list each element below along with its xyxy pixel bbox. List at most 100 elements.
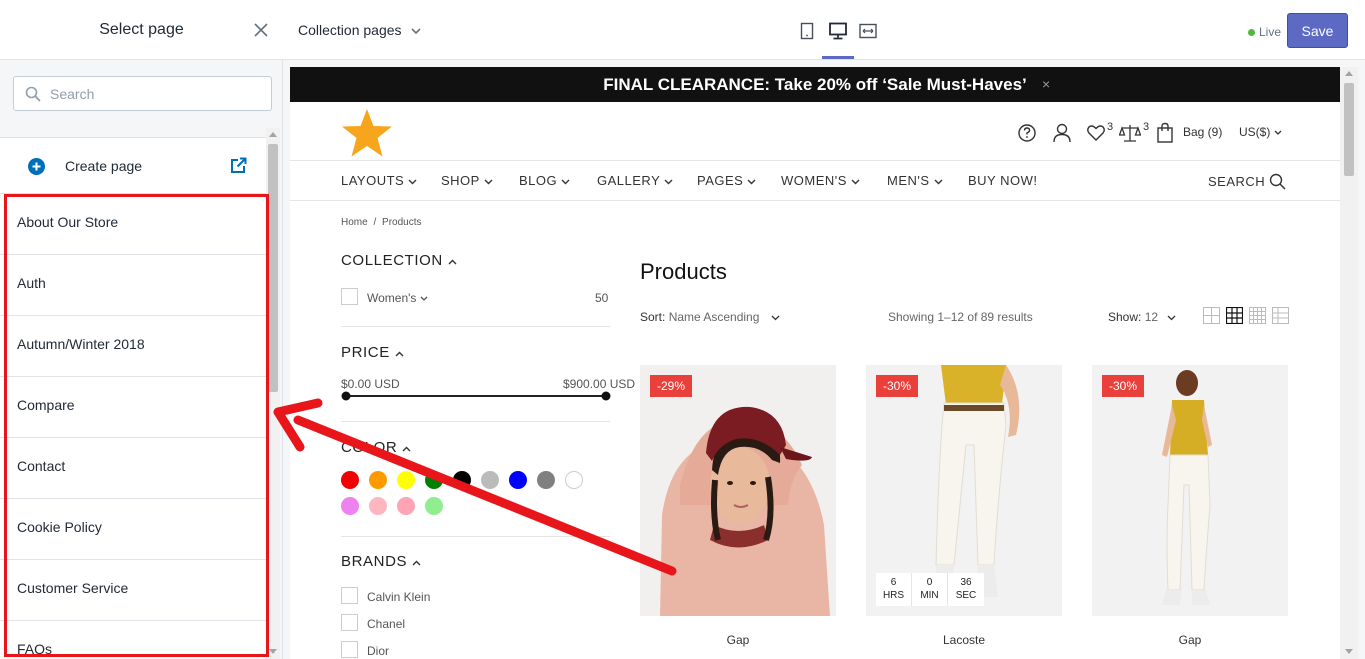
page-list: Create page About Our Store Auth Autumn/…: [0, 137, 266, 659]
price-max-handle: [601, 391, 611, 401]
filter-collection-heading[interactable]: COLLECTION: [341, 252, 457, 269]
nav-item-gallery[interactable]: GALLERY: [597, 173, 673, 188]
page-item-auth[interactable]: Auth: [0, 255, 266, 316]
page-search-field[interactable]: [13, 76, 272, 111]
nav-item-buy-now[interactable]: BUY NOW!: [968, 173, 1038, 188]
collection-item-womens[interactable]: Women's: [367, 291, 428, 305]
product-name[interactable]: Gap: [1092, 633, 1288, 647]
scroll-up-icon[interactable]: [1345, 71, 1353, 76]
scroll-down-icon[interactable]: [1345, 649, 1353, 654]
store-logo-star[interactable]: [341, 108, 393, 158]
create-page-button[interactable]: Create page: [0, 138, 266, 194]
color-swatch[interactable]: [481, 471, 499, 489]
brand-checkbox[interactable]: [341, 641, 358, 658]
external-link-icon[interactable]: [230, 157, 247, 174]
color-swatch[interactable]: [397, 471, 415, 489]
announcement-close-icon[interactable]: ×: [1042, 67, 1050, 102]
color-swatch[interactable]: [453, 471, 471, 489]
color-swatch[interactable]: [509, 471, 527, 489]
color-swatch[interactable]: [565, 471, 583, 489]
filter-color-heading[interactable]: COLOR: [341, 439, 411, 456]
bag-label[interactable]: Bag (9): [1183, 125, 1222, 139]
nav-search[interactable]: SEARCH: [1208, 173, 1286, 190]
color-swatch[interactable]: [397, 497, 415, 515]
brand-checkbox[interactable]: [341, 587, 358, 604]
nav-item-pages[interactable]: PAGES: [697, 173, 756, 188]
sidebar-header: Select page: [0, 0, 283, 60]
help-icon[interactable]: [1017, 122, 1037, 144]
filter-price-heading[interactable]: PRICE: [341, 344, 404, 361]
save-button[interactable]: Save: [1287, 13, 1348, 48]
page-item-customer-service[interactable]: Customer Service: [0, 560, 266, 621]
scrollbar-thumb[interactable]: [268, 144, 278, 392]
price-range-slider[interactable]: [341, 390, 613, 402]
currency-selector[interactable]: US($): [1239, 125, 1282, 139]
page-item-about-our-store[interactable]: About Our Store: [0, 194, 266, 255]
desktop-view-icon[interactable]: [827, 20, 849, 42]
mobile-view-icon[interactable]: [796, 20, 818, 42]
product-name[interactable]: Lacoste: [866, 633, 1062, 647]
color-swatch[interactable]: [369, 471, 387, 489]
page-item-contact[interactable]: Contact: [0, 438, 266, 499]
compare-scale-icon[interactable]: [1119, 122, 1141, 144]
color-swatch[interactable]: [425, 497, 443, 515]
preview-scrollbar[interactable]: [1340, 67, 1358, 659]
brand-item[interactable]: Chanel: [367, 617, 405, 631]
sort-value: Name Ascending: [668, 310, 760, 324]
live-dot-icon: [1248, 29, 1255, 36]
full-width-view-icon[interactable]: [857, 20, 879, 42]
sidebar-scrollbar[interactable]: [266, 128, 280, 659]
nav-item-shop[interactable]: SHOP: [441, 173, 493, 188]
collection-checkbox[interactable]: [341, 288, 358, 305]
sort-dropdown[interactable]: Sort: Name Ascending: [640, 310, 780, 324]
color-swatch[interactable]: [537, 471, 555, 489]
brand-item[interactable]: Dior: [367, 644, 389, 658]
product-card-image[interactable]: -30%: [1092, 365, 1288, 616]
store-preview: FINAL CLEARANCE: Take 20% off ‘Sale Must…: [283, 60, 1365, 659]
page-select-sidebar: Select page Create page About Our Store …: [0, 0, 283, 659]
sort-label: Sort:: [640, 310, 666, 324]
page-item-autumn-winter-2018[interactable]: Autumn/Winter 2018: [0, 316, 266, 377]
brand-checkbox[interactable]: [341, 614, 358, 631]
grid-4-columns-icon[interactable]: [1249, 307, 1266, 324]
scroll-up-icon[interactable]: [269, 132, 277, 137]
scroll-down-icon[interactable]: [269, 649, 277, 654]
product-card-image[interactable]: -29%: [640, 365, 836, 616]
bag-icon[interactable]: [1156, 122, 1174, 144]
color-swatch[interactable]: [341, 471, 359, 489]
page-item-faqs[interactable]: FAQs: [0, 621, 266, 659]
wishlist-heart-icon[interactable]: [1086, 122, 1106, 144]
page-type-selector[interactable]: Collection pages: [298, 22, 421, 38]
nav-item-blog[interactable]: BLOG: [519, 173, 570, 188]
product-card-image[interactable]: -30% 6 HRS 0 MIN 36 SEC: [866, 365, 1062, 616]
nav-item-mens[interactable]: MEN'S: [887, 173, 943, 188]
nav-item-womens[interactable]: WOMEN'S: [781, 173, 860, 188]
list-view-icon[interactable]: [1272, 307, 1289, 324]
product-name[interactable]: Gap: [640, 633, 836, 647]
active-view-indicator: [822, 56, 854, 59]
close-icon[interactable]: [251, 20, 271, 40]
search-input[interactable]: [50, 83, 260, 105]
chevron-down-icon: [561, 179, 570, 185]
color-swatch[interactable]: [369, 497, 387, 515]
color-swatch[interactable]: [341, 497, 359, 515]
currency-label: US($): [1239, 125, 1271, 139]
grid-2-columns-icon[interactable]: [1203, 307, 1220, 324]
color-swatch[interactable]: [425, 471, 443, 489]
breadcrumb-home[interactable]: Home: [341, 217, 368, 228]
grid-3-columns-icon[interactable]: [1226, 307, 1243, 324]
page-item-compare[interactable]: Compare: [0, 377, 266, 438]
brand-item[interactable]: Calvin Klein: [367, 590, 430, 604]
scrollbar-thumb[interactable]: [1344, 83, 1354, 176]
editor-topbar: Collection pages Live Save: [283, 0, 1365, 60]
page-item-cookie-policy[interactable]: Cookie Policy: [0, 499, 266, 560]
account-icon[interactable]: [1052, 122, 1072, 144]
announcement-bar: FINAL CLEARANCE: Take 20% off ‘Sale Must…: [290, 67, 1340, 102]
product-photo-woman-full-body: [1092, 365, 1288, 616]
countdown-hours: 6 HRS: [876, 573, 912, 606]
nav-item-layouts[interactable]: LAYOUTS: [341, 173, 417, 188]
show-per-page-dropdown[interactable]: Show: 12: [1108, 310, 1176, 324]
filter-brands-heading[interactable]: BRANDS: [341, 553, 421, 570]
chevron-up-icon: [402, 446, 411, 452]
show-label: Show:: [1108, 310, 1142, 324]
